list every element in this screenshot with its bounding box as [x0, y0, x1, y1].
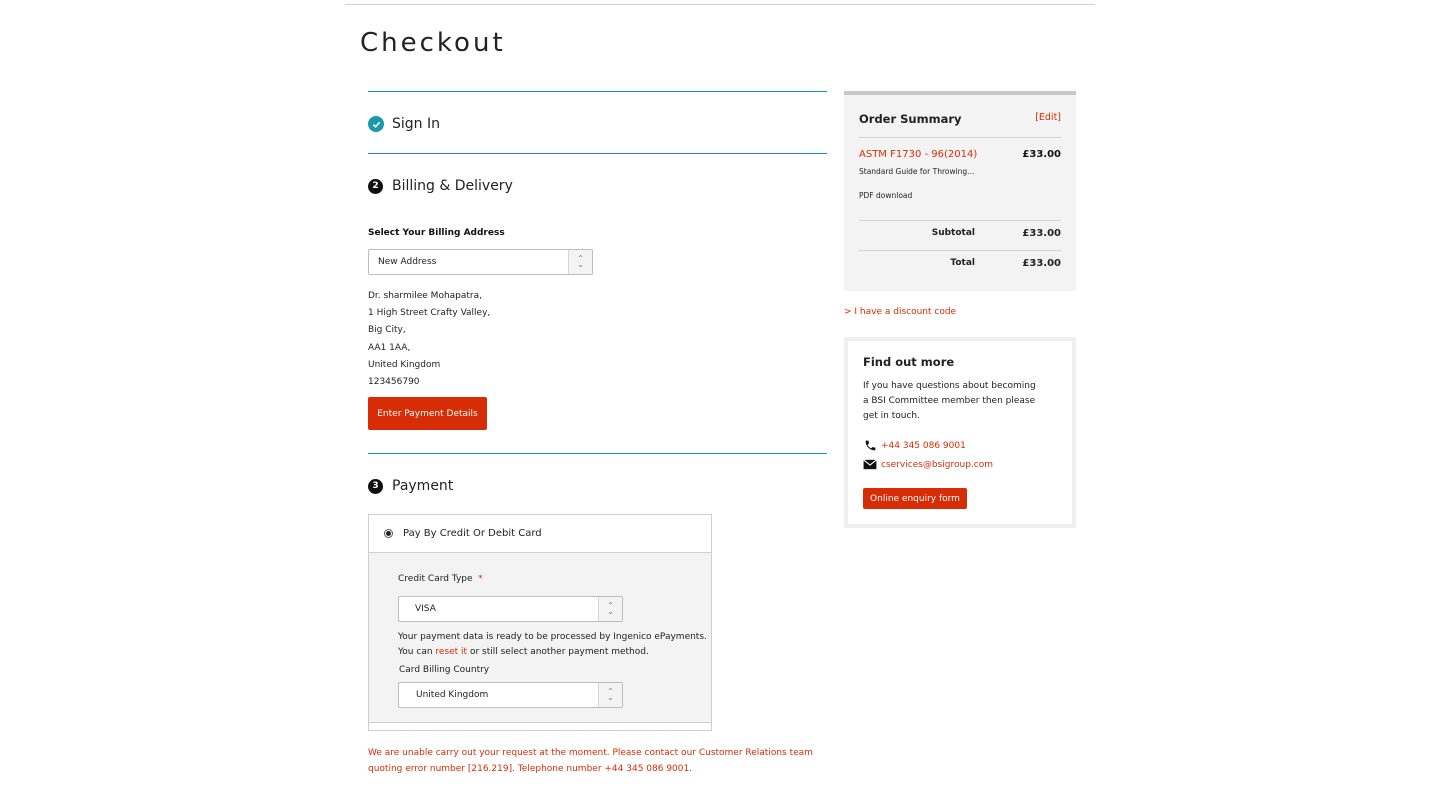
billing-address-label: Select Your Billing Address — [368, 228, 505, 238]
address-line: 1 High Street Crafty Valley, — [368, 308, 491, 319]
divider — [859, 137, 1061, 138]
phone-number[interactable]: +44 345 086 9001 — [881, 441, 966, 451]
step-number: 2 — [368, 178, 383, 194]
find-out-more-panel: Find out more If you have questions abou… — [844, 337, 1076, 528]
subtotal-row: Subtotal £33.00 — [859, 228, 1061, 239]
payment-panel: Pay By Credit Or Debit Card Credit Card … — [368, 514, 712, 731]
chevron-updown-icon: ⌃ ⌄ — [568, 250, 592, 274]
step-billing-delivery: 2 Billing & Delivery — [368, 178, 513, 194]
billing-address-select[interactable]: New Address ⌃ ⌄ — [368, 249, 593, 275]
check-icon — [368, 116, 384, 132]
card-type-label: Credit Card Type * — [398, 574, 483, 584]
chevron-updown-icon: ⌃ ⌄ — [598, 597, 622, 621]
billing-address: Dr. sharmilee Mohapatra, 1 High Street C… — [368, 288, 490, 391]
required-mark: * — [478, 574, 483, 584]
select-value: New Address — [378, 257, 437, 267]
phone-icon — [863, 439, 877, 452]
edit-link[interactable]: [Edit] — [1035, 112, 1061, 126]
subtotal-value: £33.00 — [1022, 228, 1061, 239]
divider — [859, 250, 1061, 251]
enter-payment-details-button[interactable]: Enter Payment Details — [368, 397, 487, 430]
chevron-updown-icon: ⌃ ⌄ — [598, 683, 622, 707]
address-line: United Kingdom — [368, 359, 441, 370]
select-value: VISA — [415, 604, 436, 614]
item-format: PDF download — [859, 191, 913, 200]
phone-contact[interactable]: +44 345 086 9001 — [863, 439, 966, 452]
step-label: Payment — [392, 478, 454, 494]
address-line: AA1 1AA, — [368, 342, 411, 353]
select-value: United Kingdom — [416, 690, 489, 700]
find-out-more-text: If you have questions about becoming a B… — [863, 381, 1036, 421]
text: You can — [398, 647, 436, 657]
payment-info-line: Your payment data is ready to be process… — [398, 632, 707, 642]
total-value: £33.00 — [1022, 258, 1061, 269]
payment-option-label: Pay By Credit Or Debit Card — [403, 528, 542, 539]
step-label: Sign In — [392, 116, 440, 132]
radio-selected[interactable] — [384, 529, 393, 538]
summary-header: Order Summary [Edit] — [859, 112, 1061, 126]
total-label: Total — [950, 258, 975, 268]
summary-title: Order Summary — [859, 112, 962, 126]
label-text: Credit Card Type — [398, 574, 473, 584]
card-billing-country-label: Card Billing Country — [399, 665, 490, 675]
step-sign-in[interactable]: Sign In — [368, 116, 440, 132]
error-message: We are unable carry out your request at … — [368, 748, 813, 774]
section-divider — [368, 91, 827, 92]
reset-link[interactable]: reset it — [435, 647, 467, 657]
item-price: £33.00 — [1022, 149, 1061, 160]
subtotal-label: Subtotal — [931, 228, 975, 238]
card-billing-country-select[interactable]: United Kingdom ⌃ ⌄ — [398, 682, 623, 708]
payment-info-reset: You can reset it or still select another… — [398, 647, 649, 657]
page-title: Checkout — [360, 28, 506, 58]
address-line: Big City, — [368, 325, 406, 336]
email-address[interactable]: cservices@bsigroup.com — [881, 460, 993, 470]
discount-code-link[interactable]: > I have a discount code — [844, 307, 956, 317]
email-contact[interactable]: cservices@bsigroup.com — [863, 459, 993, 470]
address-line: 123456790 — [368, 377, 420, 388]
top-divider — [345, 4, 1095, 5]
text: or still select another payment method. — [467, 647, 649, 657]
section-divider — [368, 453, 827, 454]
summary-item: ASTM F1730 - 96(2014) £33.00 — [859, 149, 1061, 160]
step-label: Billing & Delivery — [392, 178, 513, 194]
step-payment: 3 Payment — [368, 478, 453, 494]
item-name-link[interactable]: ASTM F1730 - 96(2014) — [859, 149, 977, 160]
order-summary: Order Summary [Edit] ASTM F1730 - 96(201… — [844, 91, 1076, 291]
divider — [859, 220, 1061, 221]
online-enquiry-form-button[interactable]: Online enquiry form — [863, 488, 967, 509]
section-divider — [368, 153, 827, 154]
item-description: Standard Guide for Throwing... — [859, 167, 975, 176]
pay-by-card-option[interactable]: Pay By Credit Or Debit Card — [369, 515, 711, 553]
payment-panel-footer — [369, 722, 711, 730]
find-out-more-title: Find out more — [863, 355, 955, 369]
step-number: 3 — [368, 478, 383, 494]
mail-icon — [863, 459, 877, 470]
total-row: Total £33.00 — [859, 258, 1061, 269]
card-type-select[interactable]: VISA ⌃ ⌄ — [398, 596, 623, 622]
address-line: Dr. sharmilee Mohapatra, — [368, 291, 483, 301]
